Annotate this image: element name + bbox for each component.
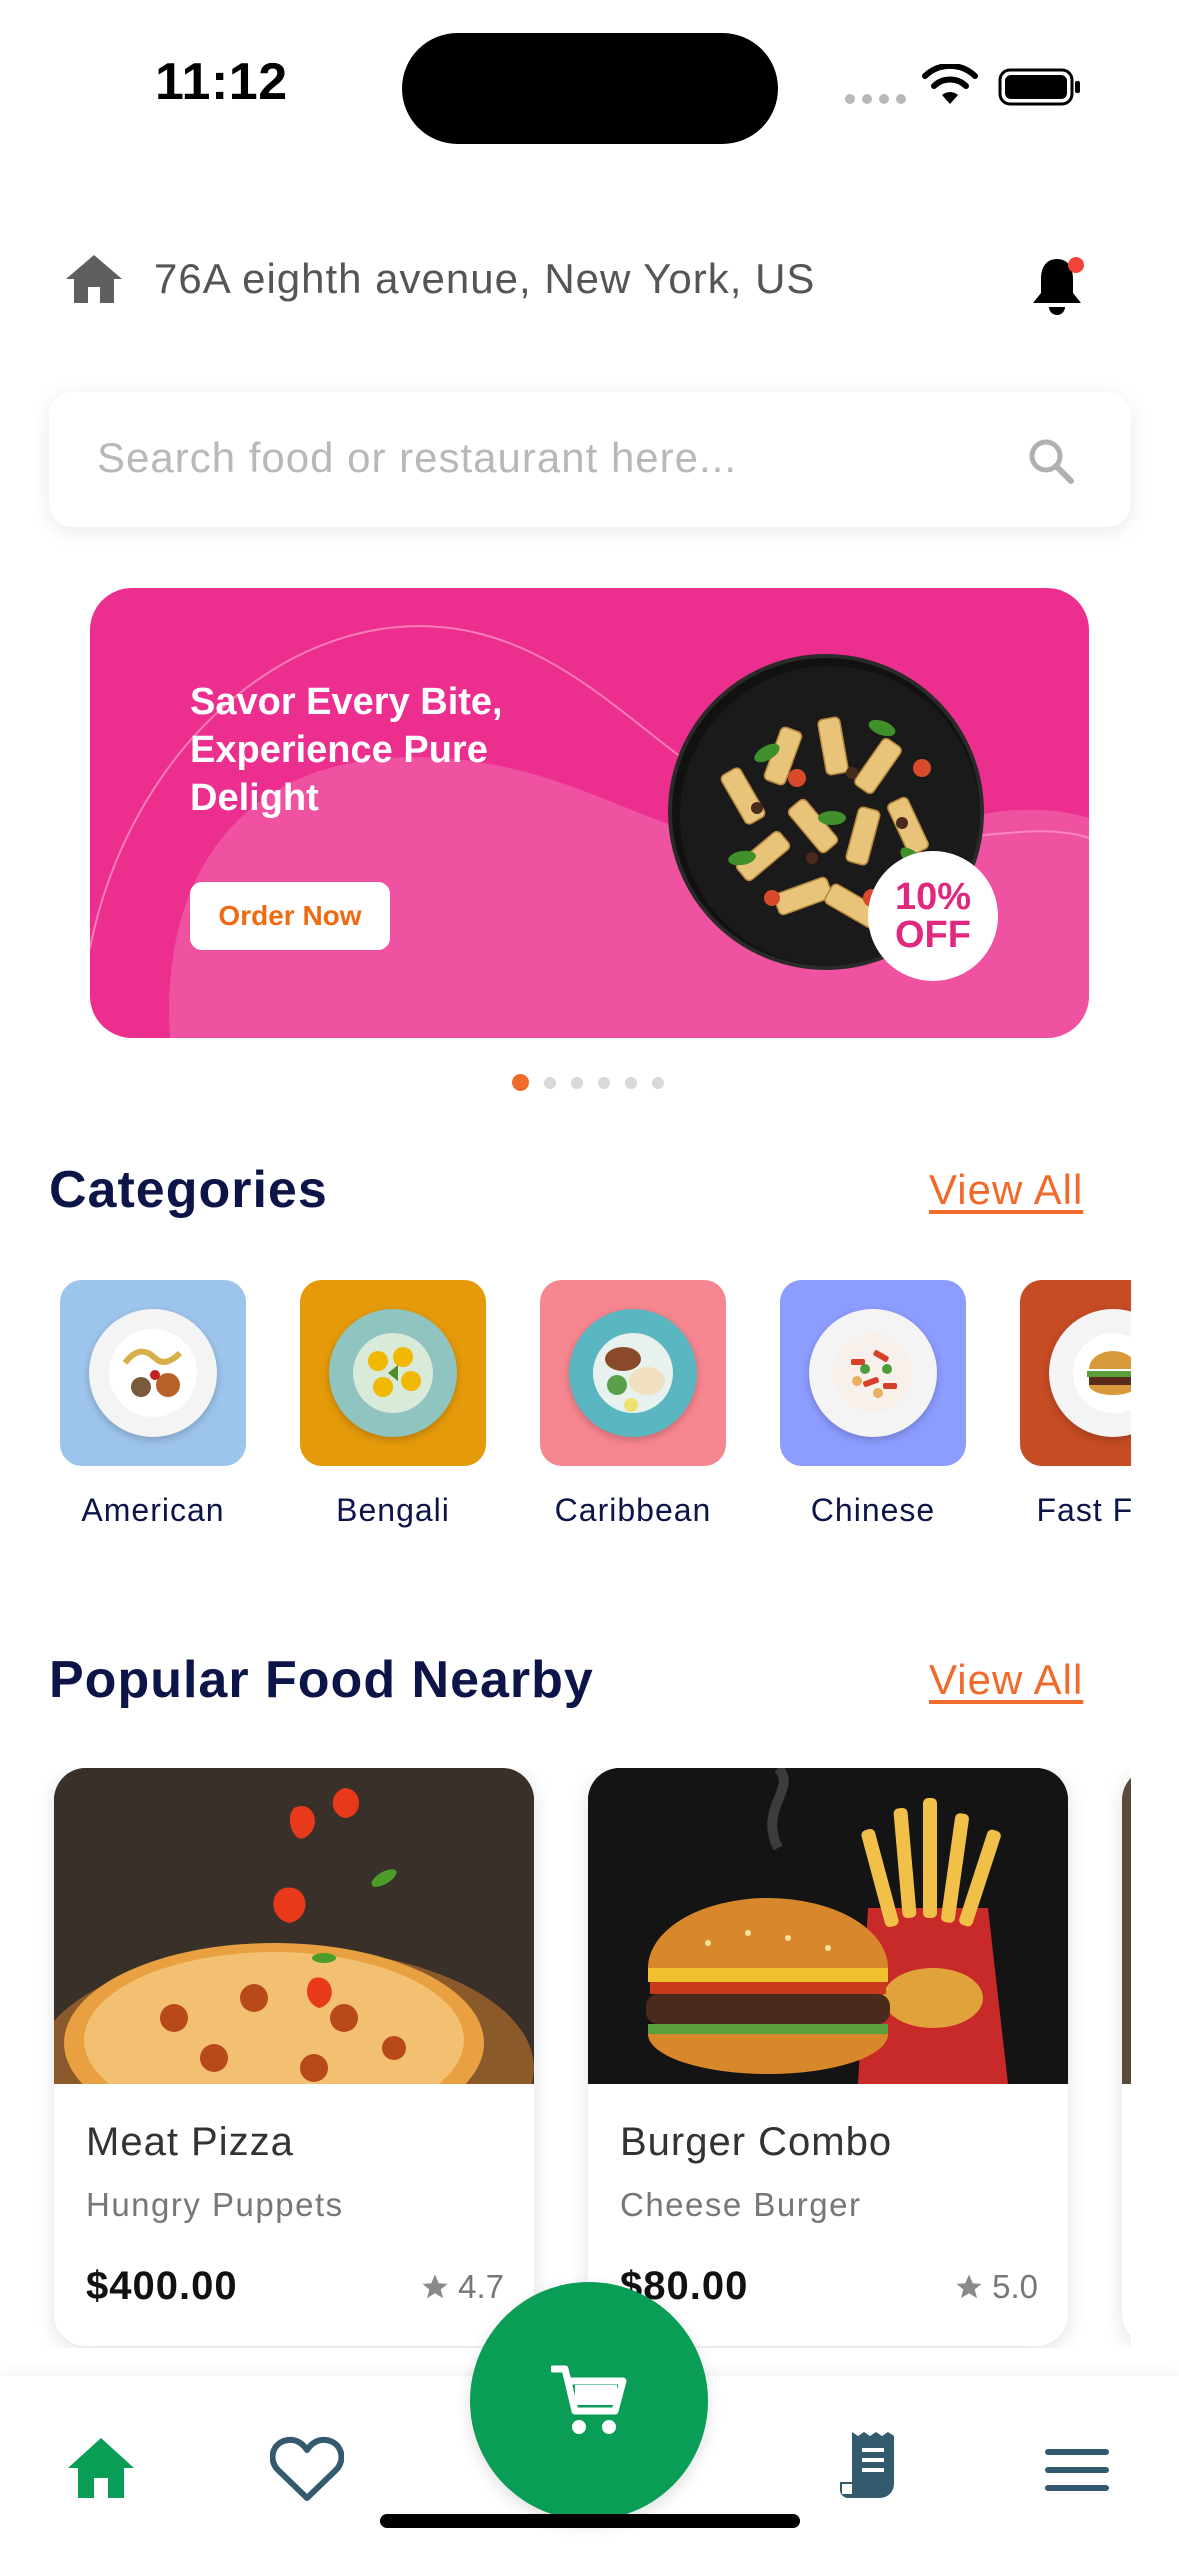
status-time: 11:12 [155,53,288,111]
food-price: $400.00 [86,2264,238,2308]
star-icon [422,2274,448,2299]
dynamic-island [402,33,778,144]
rating-value: 5.0 [992,2268,1038,2305]
carousel-dot[interactable] [571,1076,583,1089]
category-label: Fast Food [1036,1492,1131,1528]
banner-title: Savor Every Bite, Experience Pure Deligh… [190,681,503,819]
battery-icon [998,68,1080,106]
food-name: Burger Combo [620,2120,893,2164]
restaurant-name: Hungry Puppets [86,2186,344,2223]
home-icon [66,255,122,303]
order-now-button[interactable]: Order Now [190,882,390,950]
carousel-dot[interactable] [544,1076,556,1089]
location-row[interactable]: 76A eighth avenue, New York, US [64,253,815,305]
category-label: Chinese [810,1492,936,1528]
discount-badge: 10% OFF [868,851,998,981]
food-name: Meat Pizza [86,2120,294,2164]
carousel-dots [512,1074,664,1091]
home-icon[interactable] [66,2436,136,2500]
search-icon[interactable] [1026,436,1076,486]
categories-title: Categories [49,1161,328,1219]
delivery-address: 76A eighth avenue, New York, US [154,255,816,302]
food-card[interactable]: Burger Combo Cheese Burger $80.00 5.0 [588,1768,1068,2346]
food-card[interactable] [1122,1768,1131,2346]
star-icon [956,2274,982,2299]
heart-icon[interactable] [270,2436,344,2502]
rating-value: 4.7 [458,2268,504,2305]
category-label: Bengali [336,1492,450,1528]
category-image [780,1280,966,1466]
search-input[interactable] [97,422,997,494]
popular-view-all-link[interactable]: View All [929,1656,1083,1704]
category-item-chinese[interactable]: Chinese [780,1280,966,1529]
meat-pizza-image [54,1768,534,2084]
food-rating: 5.0 [954,2268,1038,2306]
search-bar [49,392,1131,527]
popular-food-title: Popular Food Nearby [49,1651,594,1709]
bell-icon[interactable] [1029,255,1089,319]
promo-banner[interactable]: Savor Every Bite, Experience Pure Deligh… [90,588,1089,1038]
food-card[interactable]: Meat Pizza Hungry Puppets $400.00 4.7 [54,1768,534,2346]
wifi-icon [922,64,978,104]
popular-food-list: Meat Pizza Hungry Puppets $400.00 4.7 Bu… [0,1768,1131,2348]
carousel-dot[interactable] [625,1076,637,1089]
carousel-dot[interactable] [512,1074,529,1091]
burger-combo-image [588,1768,1068,2084]
menu-icon[interactable] [1044,2446,1110,2494]
category-label: American [81,1492,225,1528]
cellular-signal-icon [845,94,906,104]
food-rating: 4.7 [420,2268,504,2306]
category-image [540,1280,726,1466]
cart-button[interactable] [470,2282,708,2520]
category-image [60,1280,246,1466]
carousel-dot[interactable] [652,1076,664,1089]
category-item-bengali[interactable]: Bengali [300,1280,486,1529]
discount-off: OFF [895,914,971,956]
category-image [1020,1280,1131,1466]
food-image [1122,1768,1131,2084]
categories-view-all-link[interactable]: View All [929,1166,1083,1214]
category-image [300,1280,486,1466]
category-item-fast-food[interactable]: Fast Food [1020,1280,1131,1529]
discount-percent: 10% [894,876,972,918]
carousel-dot[interactable] [598,1076,610,1089]
receipt-icon[interactable] [838,2428,904,2502]
home-indicator [380,2514,800,2528]
category-label: Caribbean [554,1492,712,1528]
category-item-caribbean[interactable]: Caribbean [540,1280,726,1529]
categories-list: American Bengali Caribbean Chinese Fast … [0,1280,1131,1540]
restaurant-name: Cheese Burger [620,2186,862,2223]
category-item-american[interactable]: American [60,1280,246,1529]
cart-icon [551,2365,627,2434]
